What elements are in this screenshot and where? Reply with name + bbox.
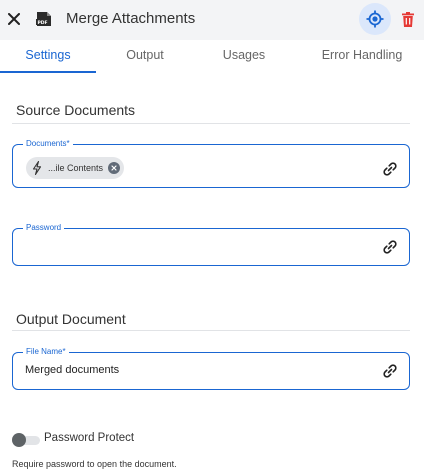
pdf-icon-label: PDF: [37, 20, 47, 26]
link-icon[interactable]: [381, 238, 399, 256]
file-name-value: Merged documents: [25, 364, 120, 376]
file-name-field-label: File Name*: [23, 347, 69, 357]
chip-remove-icon[interactable]: [108, 162, 121, 174]
tab-error-handling[interactable]: Error Handling: [300, 48, 424, 62]
tab-output[interactable]: Output: [96, 48, 194, 62]
link-icon[interactable]: [381, 362, 399, 380]
section-divider: [12, 123, 410, 124]
documents-field[interactable]: Documents* ...ile Contents: [12, 139, 410, 188]
source-documents-heading: Source Documents: [16, 102, 136, 118]
password-protect-helper: Require password to open the document.: [12, 459, 177, 469]
output-document-heading: Output Document: [16, 311, 126, 327]
pdf-file-icon: PDF: [35, 10, 53, 33]
chip-label: ...ile Contents: [48, 163, 104, 173]
delete-button[interactable]: [399, 9, 417, 29]
close-icon: [8, 13, 20, 25]
file-contents-chip[interactable]: ...ile Contents: [26, 157, 125, 179]
active-tab-indicator: [0, 71, 96, 73]
section-divider: [12, 330, 410, 331]
password-field[interactable]: Password: [12, 223, 410, 266]
tab-bar: Settings Output Usages Error Handling: [0, 40, 424, 74]
password-protect-toggle[interactable]: [12, 433, 42, 447]
lightning-bolt-icon: [30, 160, 44, 176]
link-icon[interactable]: [381, 160, 399, 178]
close-button[interactable]: [4, 8, 24, 30]
password-field-label: Password: [23, 223, 65, 233]
tab-settings[interactable]: Settings: [0, 48, 96, 62]
panel-header: PDF Merge Attachments: [0, 0, 424, 40]
crosshair-icon: [366, 10, 384, 28]
file-name-field[interactable]: File Name* Merged documents: [12, 347, 410, 390]
password-protect-label: Password Protect: [44, 432, 135, 444]
toggle-knob: [12, 433, 26, 447]
tab-usages[interactable]: Usages: [194, 48, 294, 62]
locate-button[interactable]: [359, 3, 391, 35]
page-title: Merge Attachments: [66, 10, 196, 27]
trash-icon: [402, 11, 414, 27]
documents-field-label: Documents*: [23, 139, 73, 149]
